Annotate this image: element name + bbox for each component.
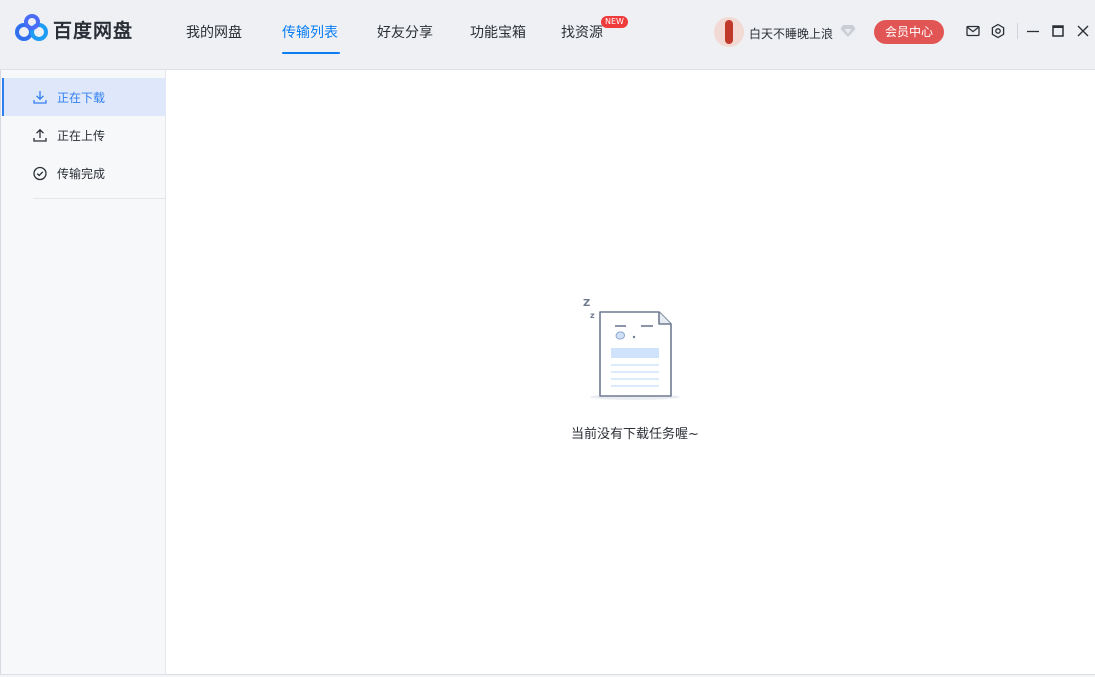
diamond-icon[interactable] [840,24,856,38]
sidebar-item-uploading[interactable]: 正在上传 [2,116,166,154]
svg-text:Z: Z [583,298,590,309]
active-tab-underline [282,52,340,54]
sidebar-item-label: 正在下载 [57,90,106,105]
app-window: 百度网盘 我的网盘 传输列表 好友分享 功能宝箱 找资源 NEW 白天不睡晚上浪… [0,0,1095,677]
username[interactable]: 白天不睡晚上浪 [749,25,833,42]
sidebar-item-label: 传输完成 [57,166,106,181]
upload-icon [33,128,47,142]
sidebar: 正在下载 正在上传 传输完成 [0,70,166,677]
member-center-button[interactable]: 会员中心 [874,20,944,44]
settings-icon[interactable] [990,23,1006,39]
download-icon [33,91,47,104]
toolbar-divider [1017,23,1018,39]
empty-state-message: 当前没有下载任务喔~ [571,427,699,442]
new-badge: NEW [601,16,628,28]
tab-toolbox[interactable]: 功能宝箱 [470,22,526,42]
top-bar: 百度网盘 我的网盘 传输列表 好友分享 功能宝箱 找资源 NEW 白天不睡晚上浪… [0,0,1095,70]
mail-icon[interactable] [965,23,981,39]
main-content: Z z 当前没有下载任务喔~ [166,70,1095,677]
close-icon[interactable] [1075,23,1091,39]
tab-find-resources[interactable]: 找资源 [561,22,603,42]
baidu-cloud-logo-icon [15,14,48,41]
app-title: 百度网盘 [53,19,134,42]
app-logo[interactable]: 百度网盘 [14,14,133,44]
avatar-figure [725,20,733,44]
tab-transfer-list[interactable]: 传输列表 [282,22,338,42]
svg-text:z: z [590,311,595,320]
sidebar-item-completed[interactable]: 传输完成 [2,154,166,192]
tab-my-disk[interactable]: 我的网盘 [186,22,242,42]
sidebar-item-downloading[interactable]: 正在下载 [2,78,166,116]
minimize-icon[interactable] [1025,23,1041,39]
avatar[interactable] [714,17,744,47]
maximize-icon[interactable] [1050,23,1066,39]
sidebar-item-label: 正在上传 [57,128,106,143]
sidebar-divider [33,198,165,199]
sleeping-document-icon: Z z [583,298,680,400]
tab-friend-share[interactable]: 好友分享 [377,22,433,42]
check-circle-icon [33,166,47,181]
